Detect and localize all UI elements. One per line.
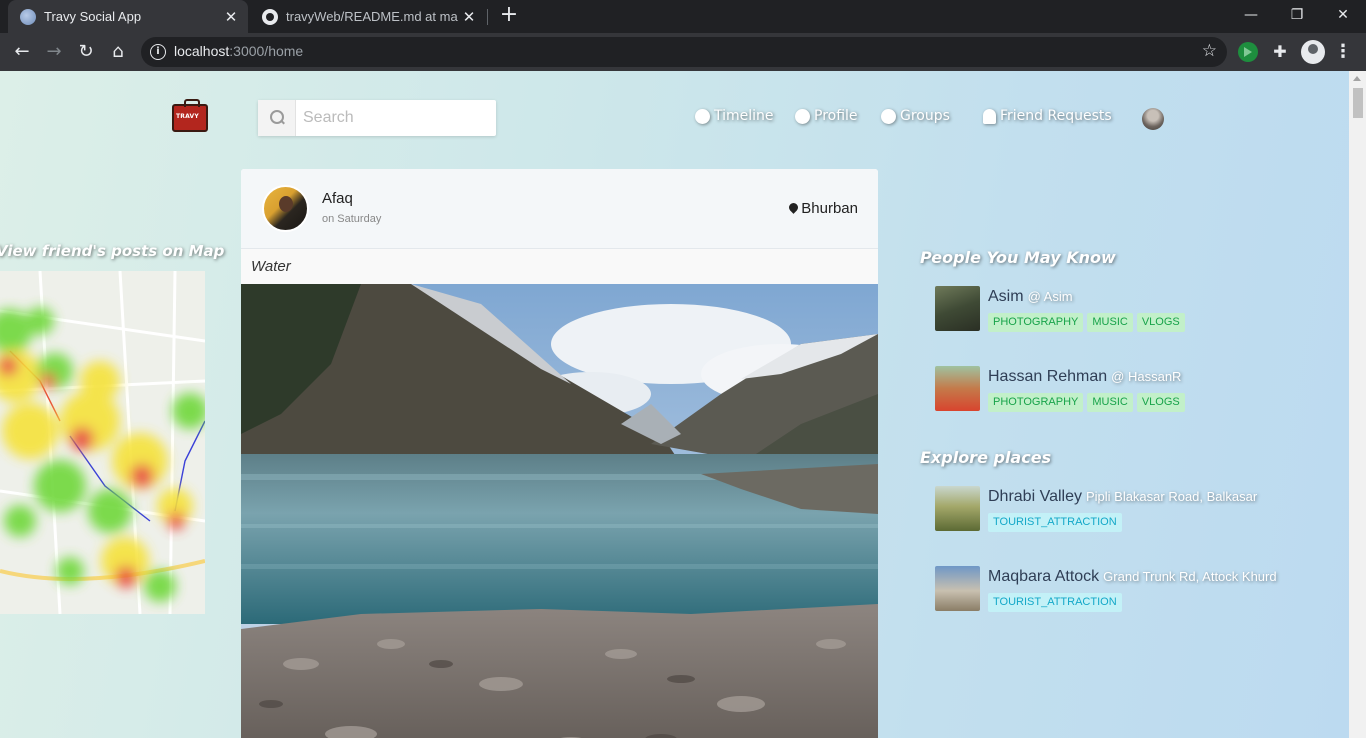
url-text[interactable]: localhost:3000/home [174,43,303,59]
bell-icon [983,108,996,124]
close-tab-icon[interactable]: ✕ [220,8,242,26]
travy-logo[interactable]: TRAVY [172,99,208,132]
github-favicon-icon [262,8,278,25]
place-address: Grand Trunk Rd, Attock Khurd [1103,569,1277,584]
kebab-menu-icon[interactable]: ⋮ [1333,42,1353,62]
minimize-icon[interactable]: — [1228,0,1274,30]
logo-text: TRAVY [176,113,199,120]
tab-separator [487,9,488,25]
person-photo[interactable] [935,286,980,331]
person-name-row: Asim @ Asim [988,288,1073,306]
person-item[interactable]: Asim @ Asim PHOTOGRAPHY MUSIC VLOGS [935,286,1335,334]
interest-tag: PHOTOGRAPHY [988,313,1084,332]
place-name[interactable]: Dhrabi Valley [988,488,1082,505]
puzzle-icon[interactable]: ✚ [1270,42,1290,62]
group-icon [881,108,896,124]
scrollbar-thumb[interactable] [1353,88,1363,118]
place-item[interactable]: Maqbara Attock Grand Trunk Rd, Attock Khu… [935,566,1335,614]
search-input[interactable] [303,107,488,129]
tab-strip: Travy Social App ✕ travyWeb/README.md at… [0,0,1366,33]
user-icon [795,108,810,124]
arrow-right-icon[interactable]: → [39,37,69,67]
person-tags: PHOTOGRAPHY MUSIC VLOGS [988,313,1185,332]
nav-timeline-label: Timeline [714,108,774,124]
place-tags: TOURIST_ATTRACTION [988,593,1122,612]
person-photo[interactable] [935,366,980,411]
search-icon[interactable] [258,100,296,136]
person-tags: PHOTOGRAPHY MUSIC VLOGS [988,393,1185,412]
page-viewport: TRAVY Timeline Profile Groups Friend Req… [0,71,1366,738]
place-name[interactable]: Maqbara Attock [988,568,1099,585]
place-name-row: Dhrabi Valley Pipli Blakasar Road, Balkas… [988,488,1257,506]
place-photo[interactable] [935,566,980,611]
person-handle: @ Asim [1027,289,1073,304]
nav-groups-label: Groups [900,108,950,124]
post-author[interactable]: Afaq [322,190,353,207]
audio-extension-icon[interactable] [1238,42,1258,62]
place-type-tag: TOURIST_ATTRACTION [988,513,1122,532]
home-icon[interactable]: ⌂ [103,37,133,67]
friends-heatmap[interactable] [0,271,205,614]
nav-friend-requests[interactable]: Friend Requests [983,108,1112,124]
browser-toolbar: ← → ↻ ⌂ i localhost:3000/home ☆ ✚ ⋮ [0,33,1366,71]
post-date: on Saturday [322,213,382,225]
heatmap-svg [0,271,205,614]
places-section-title: Explore places [920,448,1052,467]
place-type-tag: TOURIST_ATTRACTION [988,593,1122,612]
post-caption: Water [241,249,878,284]
map-pin-icon [789,203,798,215]
search-box [258,100,496,136]
globe-icon [695,108,710,124]
interest-tag: VLOGS [1136,393,1185,412]
tab-title: travyWeb/README.md at master [286,9,458,24]
star-icon[interactable]: ☆ [1202,41,1217,61]
post-location[interactable]: Bhurban [789,200,858,217]
place-address: Pipli Blakasar Road, Balkasar [1085,489,1258,504]
place-photo[interactable] [935,486,980,531]
author-avatar[interactable] [262,185,309,232]
nav-groups[interactable]: Groups [881,108,950,124]
post-card: Afaq on Saturday Bhurban Water [241,169,878,738]
place-tags: TOURIST_ATTRACTION [988,513,1122,532]
window-close-icon[interactable]: ✕ [1320,0,1366,30]
new-tab-button[interactable]: + [498,4,520,27]
person-name[interactable]: Asim [988,288,1024,305]
address-bar[interactable]: i localhost:3000/home ☆ [141,37,1227,67]
map-title: View friend's posts on Map [0,242,225,260]
profile-avatar-icon[interactable] [1301,40,1325,64]
person-handle: @ HassanR [1111,369,1182,384]
restore-icon[interactable]: ❐ [1274,0,1320,30]
person-name-row: Hassan Rehman @ HassanR [988,368,1181,386]
tab-github[interactable]: travyWeb/README.md at master ✕ [250,0,486,33]
page-scrollbar[interactable] [1349,71,1366,738]
globe-favicon-icon [20,8,36,25]
nav-friend-requests-label: Friend Requests [1000,108,1112,124]
nav-timeline[interactable]: Timeline [695,108,774,124]
person-item[interactable]: Hassan Rehman @ HassanR PHOTOGRAPHY MUSIC… [935,366,1335,414]
tab-travy[interactable]: Travy Social App ✕ [8,0,248,33]
post-location-label: Bhurban [801,200,858,217]
place-name-row: Maqbara Attock Grand Trunk Rd, Attock Khu… [988,568,1277,586]
close-tab-icon[interactable]: ✕ [458,8,480,26]
user-avatar[interactable] [1142,108,1164,130]
people-section-title: People You May Know [920,248,1116,267]
reload-icon[interactable]: ↻ [71,37,101,67]
post-header: Afaq on Saturday Bhurban [241,169,878,249]
place-item[interactable]: Dhrabi Valley Pipli Blakasar Road, Balkas… [935,486,1335,534]
nav-profile-label: Profile [814,108,858,124]
person-name[interactable]: Hassan Rehman [988,368,1107,385]
info-icon[interactable]: i [150,44,166,60]
arrow-left-icon[interactable]: ← [7,37,37,67]
interest-tag: VLOGS [1136,313,1185,332]
interest-tag: MUSIC [1087,393,1133,412]
nav-profile[interactable]: Profile [795,108,858,124]
scroll-up-icon[interactable] [1353,76,1361,81]
interest-tag: MUSIC [1087,313,1133,332]
tab-title: Travy Social App [44,9,142,24]
post-photo[interactable] [241,284,878,738]
interest-tag: PHOTOGRAPHY [988,393,1084,412]
